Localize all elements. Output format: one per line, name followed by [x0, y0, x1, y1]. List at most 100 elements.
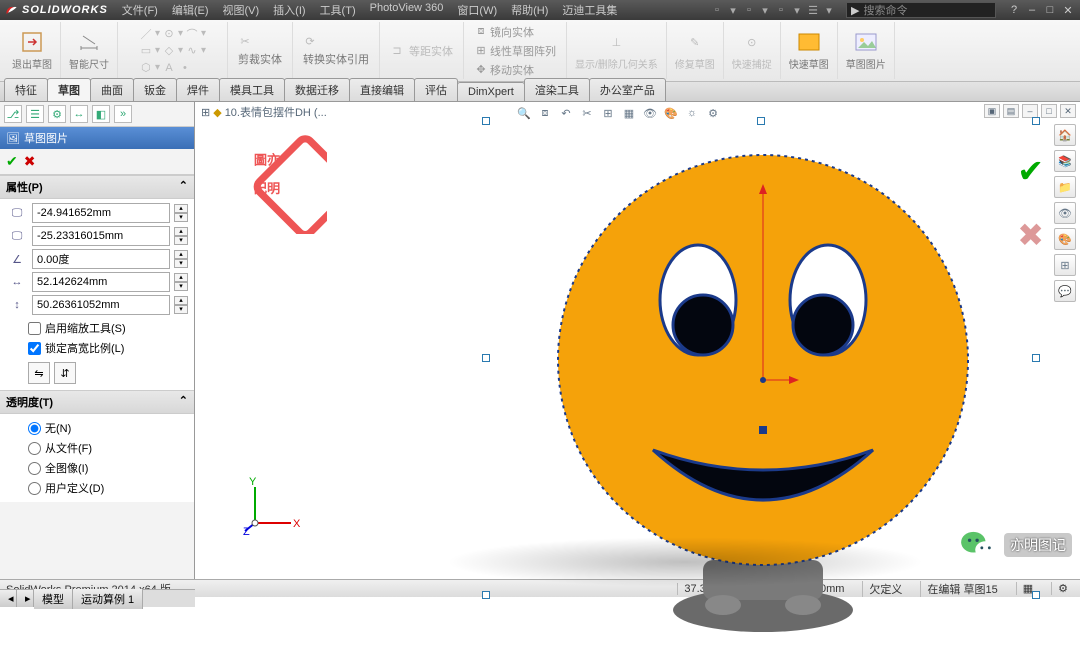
h-up[interactable]: ▴ — [174, 296, 188, 305]
ribbon-exit-sketch[interactable]: 退出草图 — [4, 22, 61, 79]
ribbon-smart-dim[interactable]: 智能尺寸 — [61, 22, 118, 79]
tab-mold[interactable]: 模具工具 — [219, 78, 285, 101]
tp-custom-icon[interactable]: ⊞ — [1054, 254, 1076, 276]
minimize-icon[interactable]: – — [1024, 4, 1040, 17]
offset-tool[interactable]: ⊐等距实体 — [388, 42, 455, 60]
enable-scale-checkbox[interactable] — [28, 322, 41, 335]
graphics-viewport[interactable]: ⊞ ◆ 10.表情包摆件DH (... 🔍 ⧈ ↶ ✂ ⊞ ▦ 👁 🎨 ☼ ⚙ … — [195, 102, 1080, 579]
trans-none-radio[interactable] — [28, 422, 41, 435]
menu-file[interactable]: 文件(F) — [116, 0, 164, 20]
tab-surface[interactable]: 曲面 — [90, 78, 134, 101]
width-input[interactable]: 52.142624mm — [32, 272, 170, 292]
w-up[interactable]: ▴ — [174, 273, 188, 282]
accept-button[interactable]: ✔ — [6, 153, 18, 170]
handle-tl[interactable] — [482, 117, 490, 125]
ribbon-repair[interactable]: ✎ 修复草图 — [667, 22, 724, 79]
qa-print-icon[interactable]: ▾ — [758, 4, 772, 17]
tp-library-icon[interactable]: 📚 — [1054, 150, 1076, 172]
btab-motion[interactable]: 运动算例 1 — [73, 589, 143, 609]
orientation-triad[interactable]: Y X Z — [243, 475, 303, 535]
qa-undo-icon[interactable]: ▫ — [774, 4, 788, 17]
qa-open-icon[interactable]: ▾ — [726, 4, 740, 17]
menu-help[interactable]: 帮助(H) — [505, 0, 554, 20]
fm-tab-config-icon[interactable]: ⚙ — [48, 105, 66, 123]
ribbon-rapid[interactable]: 快速草图 — [781, 22, 838, 79]
btab-model[interactable]: 模型 — [34, 589, 73, 609]
a-dn[interactable]: ▾ — [174, 259, 188, 268]
trim-tool[interactable]: ✂ — [236, 33, 284, 49]
w-dn[interactable]: ▾ — [174, 282, 188, 291]
handle-bl[interactable] — [482, 591, 490, 599]
btab-next[interactable]: ▸ — [17, 590, 34, 607]
poly-tool[interactable]: ⬡▾ A • — [137, 60, 208, 76]
tab-weldment[interactable]: 焊件 — [176, 78, 220, 101]
ribbon-sketch-pic[interactable]: 草图图片 — [838, 22, 895, 79]
flip-h-button[interactable]: ⇋ — [28, 362, 50, 384]
x-dn[interactable]: ▾ — [174, 213, 188, 222]
qa-new-icon[interactable]: ▫ — [710, 4, 724, 17]
trans-file-radio[interactable] — [28, 442, 41, 455]
tab-eval[interactable]: 评估 — [414, 78, 458, 101]
fm-tab-dim-icon[interactable]: ↔ — [70, 105, 88, 123]
tab-migrate[interactable]: 数据迁移 — [284, 78, 350, 101]
tab-render[interactable]: 渲染工具 — [524, 78, 590, 101]
tp-appearance-icon[interactable]: 🎨 — [1054, 228, 1076, 250]
ribbon-relations[interactable]: ⊥ 显示/删除几何关系 — [567, 22, 667, 79]
fm-tab-tree-icon[interactable]: ⎇ — [4, 105, 22, 123]
vp-tile-icon[interactable]: ▤ — [1003, 104, 1019, 118]
menu-maidi[interactable]: 迈迪工具集 — [556, 0, 623, 20]
lock-aspect-checkbox[interactable] — [28, 342, 41, 355]
trans-user-radio[interactable] — [28, 482, 41, 495]
trans-full-radio[interactable] — [28, 462, 41, 475]
vp-cascade-icon[interactable]: ▣ — [984, 104, 1000, 118]
menu-window[interactable]: 窗口(W) — [451, 0, 503, 20]
handle-mr[interactable] — [1032, 354, 1040, 362]
help-icon[interactable]: ? — [1006, 4, 1022, 17]
vp-close-icon[interactable]: ✕ — [1060, 104, 1076, 118]
x-up[interactable]: ▴ — [174, 204, 188, 213]
tp-forum-icon[interactable]: 💬 — [1054, 280, 1076, 302]
tab-dimxpert[interactable]: DimXpert — [457, 82, 525, 101]
qa-redo-icon[interactable]: ▾ — [790, 4, 804, 17]
menu-insert[interactable]: 插入(I) — [267, 0, 311, 20]
section-properties[interactable]: 属性(P) ⌃ — [0, 175, 194, 199]
menu-tools[interactable]: 工具(T) — [314, 0, 362, 20]
fm-tab-more-icon[interactable]: » — [114, 105, 132, 123]
vp-max-icon[interactable]: □ — [1041, 104, 1057, 118]
fm-tab-display-icon[interactable]: ◧ — [92, 105, 110, 123]
ribbon-snap[interactable]: ⊙ 快速捕捉 — [724, 22, 781, 79]
handle-tr[interactable] — [1032, 117, 1040, 125]
move-tool[interactable]: ✥移动实体 — [472, 61, 558, 79]
tp-resources-icon[interactable]: 🏠 — [1054, 124, 1076, 146]
btab-prev[interactable]: ◂ — [0, 590, 17, 607]
menu-view[interactable]: 视图(V) — [217, 0, 266, 20]
mirror-tool[interactable]: ⧈镜向实体 — [472, 23, 558, 41]
handle-tm[interactable] — [757, 117, 765, 125]
menu-photoview[interactable]: PhotoView 360 — [364, 0, 450, 20]
menu-edit[interactable]: 编辑(E) — [166, 0, 215, 20]
tp-view-icon[interactable]: 👁 — [1054, 202, 1076, 224]
qa-drop-icon[interactable]: ▾ — [822, 4, 836, 17]
h-dn[interactable]: ▾ — [174, 305, 188, 314]
flip-v-button[interactable]: ⇵ — [54, 362, 76, 384]
handle-br[interactable] — [1032, 591, 1040, 599]
angle-input[interactable]: 0.00度 — [32, 249, 170, 269]
y-dn[interactable]: ▾ — [174, 236, 188, 245]
vp-min-icon[interactable]: – — [1022, 104, 1038, 118]
handle-ml[interactable] — [482, 354, 490, 362]
close-icon[interactable]: ✕ — [1060, 4, 1076, 17]
tab-sheetmetal[interactable]: 钣金 — [133, 78, 177, 101]
tab-office[interactable]: 办公室产品 — [589, 78, 666, 101]
height-input[interactable]: 50.26361052mm — [32, 295, 170, 315]
a-up[interactable]: ▴ — [174, 250, 188, 259]
qa-save-icon[interactable]: ▫ — [742, 4, 756, 17]
fm-tab-prop-icon[interactable]: ☰ — [26, 105, 44, 123]
status-custom-icon[interactable]: ⚙ — [1051, 582, 1074, 595]
y-input[interactable]: -25.23316015mm — [32, 226, 170, 246]
search-command[interactable]: ▶ 搜索命令 — [846, 2, 996, 18]
maximize-icon[interactable]: □ — [1042, 4, 1058, 17]
tab-direct[interactable]: 直接编辑 — [349, 78, 415, 101]
x-input[interactable]: -24.941652mm — [32, 203, 170, 223]
line-tool[interactable]: ／▾ ⊙▾ ⌒▾ — [137, 26, 208, 42]
tab-sketch[interactable]: 草图 — [47, 78, 91, 101]
